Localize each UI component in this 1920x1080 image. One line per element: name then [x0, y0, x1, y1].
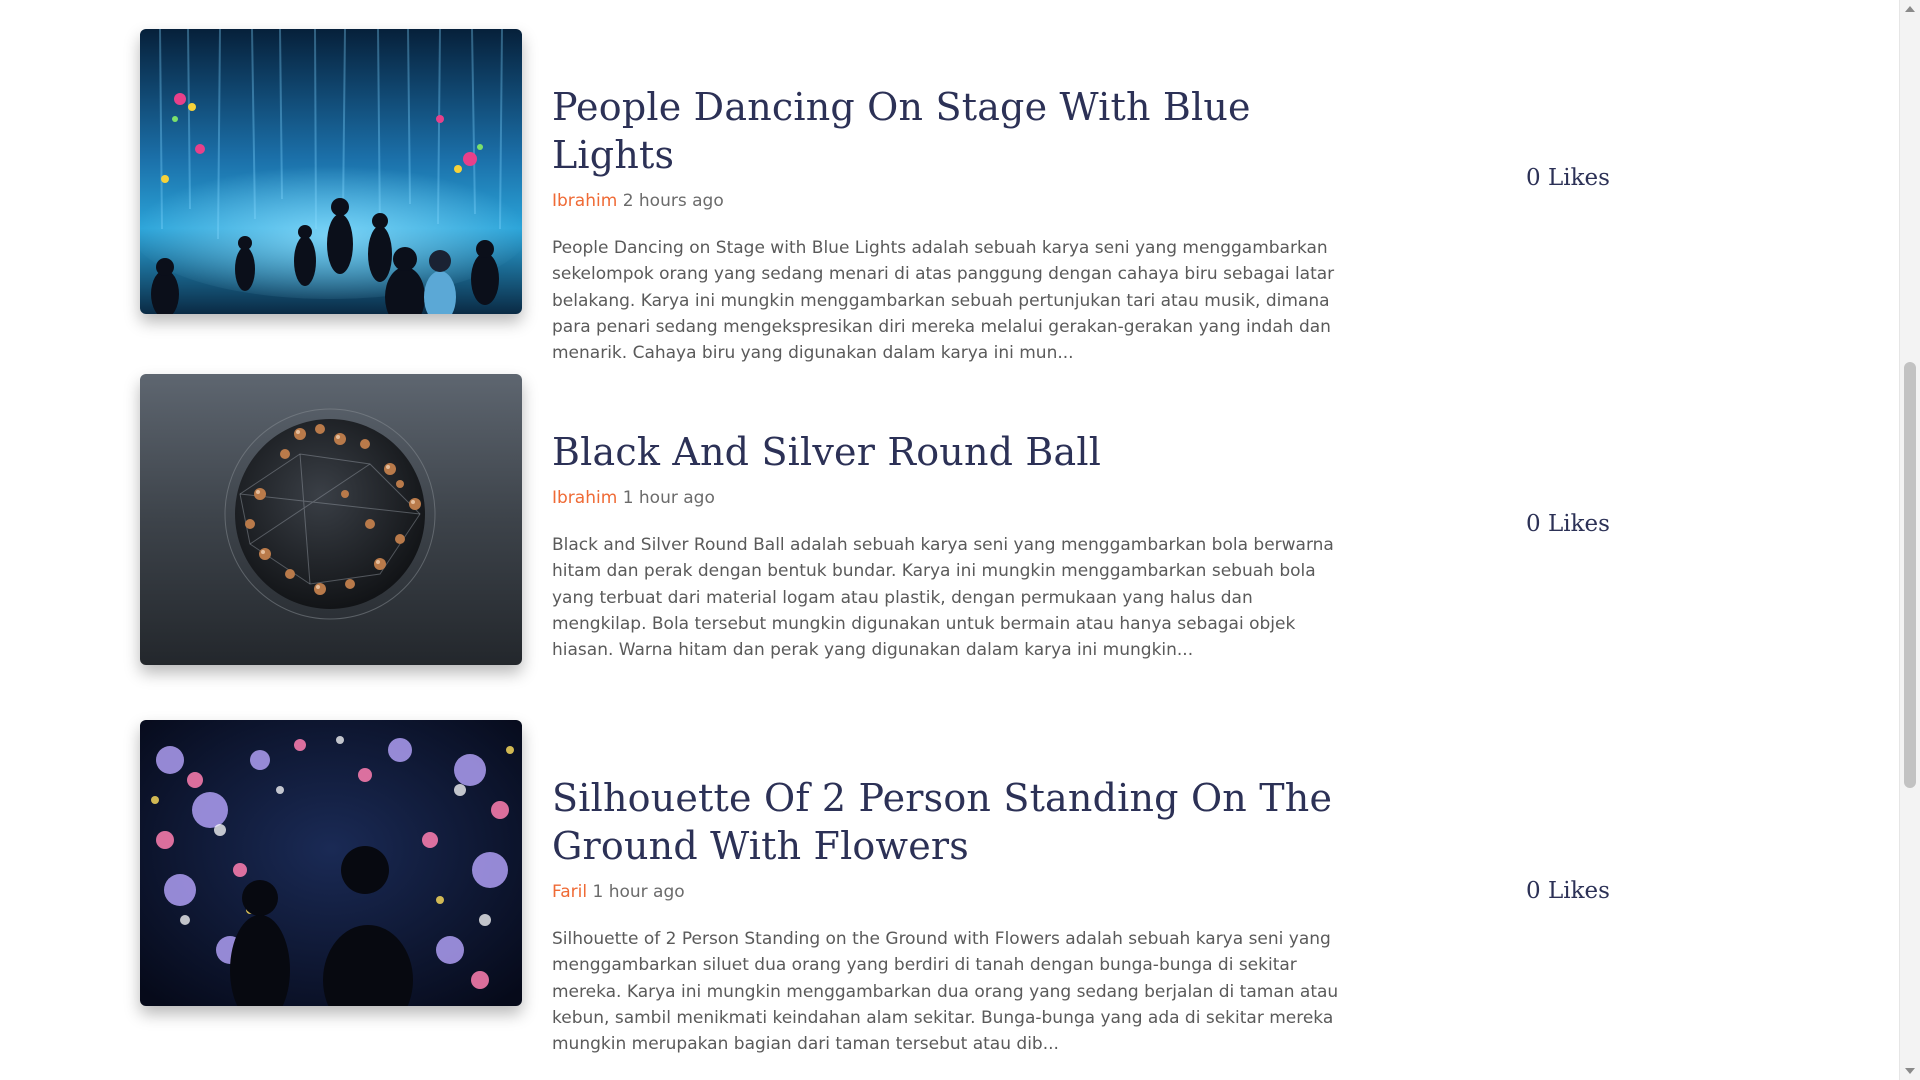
- post-thumbnail[interactable]: [140, 374, 522, 665]
- post-body: Silhouette Of 2 Person Standing On The G…: [552, 774, 1352, 1057]
- post-time: 2 hours ago: [622, 191, 724, 211]
- post-likes[interactable]: 0 Likes: [1526, 878, 1610, 904]
- vertical-scrollbar[interactable]: [1899, 0, 1920, 1080]
- post-time: 1 hour ago: [592, 882, 685, 902]
- post-title[interactable]: People Dancing On Stage With Blue Lights: [552, 83, 1352, 179]
- post-likes[interactable]: 0 Likes: [1526, 165, 1610, 191]
- post-thumbnail[interactable]: [140, 29, 522, 314]
- scroll-up-arrow-icon[interactable]: [1905, 6, 1915, 12]
- post-meta: Faril 1 hour ago: [552, 880, 1352, 904]
- post-thumbnail-image: [140, 29, 522, 314]
- post-body: Black And Silver Round Ball Ibrahim 1 ho…: [552, 428, 1352, 663]
- post-body: People Dancing On Stage With Blue Lights…: [552, 83, 1352, 366]
- post-author[interactable]: Ibrahim: [552, 191, 617, 211]
- post-excerpt: People Dancing on Stage with Blue Lights…: [552, 238, 1335, 364]
- post-thumbnail-image: [140, 374, 522, 665]
- post-feed: People Dancing On Stage With Blue Lights…: [0, 0, 1900, 1080]
- post-title[interactable]: Silhouette Of 2 Person Standing On The G…: [552, 774, 1352, 870]
- post-meta: Ibrahim 1 hour ago: [552, 486, 1352, 510]
- post-thumbnail-image: [140, 720, 522, 1006]
- post-likes[interactable]: 0 Likes: [1526, 511, 1610, 537]
- post-author[interactable]: Faril: [552, 882, 587, 902]
- scroll-down-arrow-icon[interactable]: [1905, 1068, 1915, 1074]
- post-meta: Ibrahim 2 hours ago: [552, 189, 1352, 213]
- post-title[interactable]: Black And Silver Round Ball: [552, 428, 1352, 476]
- post-thumbnail[interactable]: [140, 720, 522, 1006]
- scrollbar-thumb[interactable]: [1904, 362, 1916, 788]
- post-excerpt: Silhouette of 2 Person Standing on the G…: [552, 929, 1339, 1055]
- post-time: 1 hour ago: [622, 488, 715, 508]
- post-author[interactable]: Ibrahim: [552, 488, 617, 508]
- post-excerpt: Black and Silver Round Ball adalah sebua…: [552, 535, 1334, 661]
